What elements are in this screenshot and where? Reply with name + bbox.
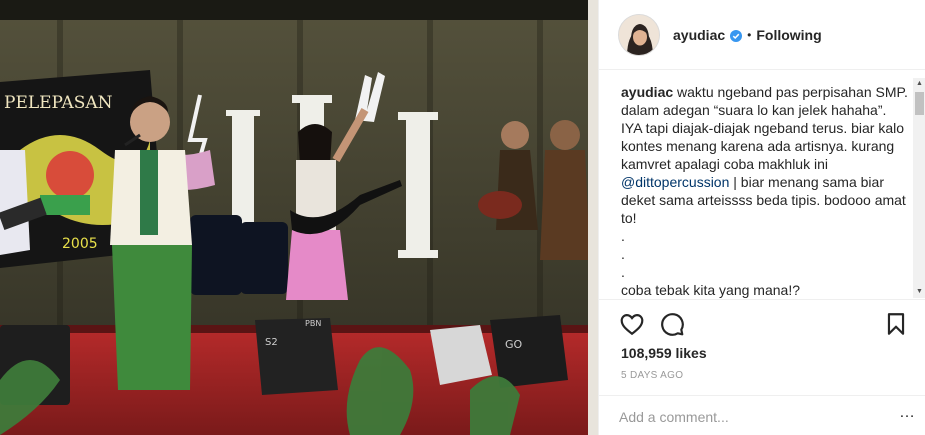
caption-mention-link[interactable]: @dittopercussion — [621, 174, 729, 190]
speaker-label-right: GO — [505, 338, 523, 351]
more-options-icon[interactable]: … — [897, 404, 917, 424]
post-timestamp[interactable]: 5 DAYS AGO — [621, 370, 683, 381]
caption-text-part2: | biar menang sama biar deket sama artei… — [621, 174, 906, 298]
post-caption: ayudiac waktu ngeband pas perpisahan SMP… — [621, 83, 911, 299]
banner-text: PELEPASAN — [4, 93, 113, 113]
caption-area: ayudiac waktu ngeband pas perpisahan SMP… — [599, 71, 925, 299]
comment-button[interactable] — [659, 311, 685, 337]
scroll-down-arrow-icon[interactable]: ▼ — [913, 286, 925, 298]
header-separator: • — [747, 27, 752, 42]
post-actions: 108,959 likes 5 DAYS AGO — [599, 299, 925, 391]
post-photo[interactable]: PELEPASAN 2005 S2 PBN GO — [0, 0, 598, 435]
likes-count[interactable]: 108,959 likes — [621, 345, 707, 361]
save-button[interactable] — [883, 311, 909, 337]
caption-scrollbar[interactable]: ▲ ▼ — [913, 78, 925, 298]
caption-username[interactable]: ayudiac — [621, 84, 673, 100]
avatar[interactable] — [618, 13, 660, 56]
banner-year: 2005 — [62, 236, 98, 252]
bookmark-icon — [887, 313, 905, 335]
header-username[interactable]: ayudiac — [673, 27, 725, 43]
speaker-label-left: S2 — [265, 337, 278, 348]
speaker-label-center: PBN — [305, 319, 321, 328]
like-button[interactable] — [619, 311, 645, 337]
comment-box: … — [599, 395, 925, 435]
following-button[interactable]: Following — [756, 27, 821, 43]
avatar-image — [619, 14, 659, 55]
post-header: ayudiac • Following — [599, 0, 925, 70]
comment-input[interactable] — [619, 406, 889, 428]
speech-bubble-icon — [661, 313, 684, 336]
verified-badge-icon — [730, 29, 743, 42]
scroll-up-arrow-icon[interactable]: ▲ — [913, 78, 925, 90]
band-photo-illustration: PELEPASAN 2005 S2 PBN GO — [0, 0, 598, 435]
heart-icon — [620, 314, 644, 336]
scroll-thumb[interactable] — [915, 92, 924, 115]
post-side-panel: ayudiac • Following ayudiac waktu ngeban… — [598, 0, 925, 435]
